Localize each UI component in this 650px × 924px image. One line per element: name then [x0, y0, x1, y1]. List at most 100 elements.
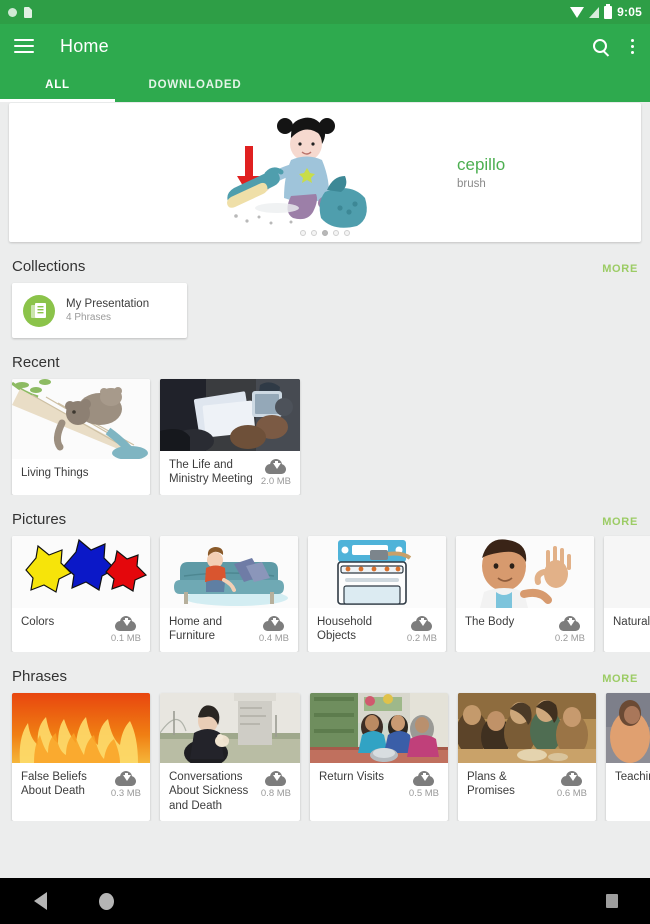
card-body: Teaching — [606, 763, 650, 792]
pictures-row[interactable]: Colors 0.1 MB Home and Furniture 0.4 MB … — [0, 528, 650, 652]
card-thumbnail — [606, 693, 650, 763]
download-control[interactable]: 0.3 MB — [111, 771, 141, 799]
card-home-and-furniture[interactable]: Home and Furniture 0.4 MB — [160, 536, 298, 652]
collection-card-my-presentation[interactable]: My Presentation 4 Phrases — [12, 283, 187, 338]
download-cloud-icon[interactable] — [115, 616, 137, 631]
pager-dot-active[interactable] — [322, 230, 328, 236]
download-cloud-icon[interactable] — [265, 459, 287, 474]
search-icon[interactable] — [593, 39, 607, 53]
hero-translation: brush — [457, 178, 486, 190]
pager-dot[interactable] — [344, 230, 350, 236]
status-bar-left — [8, 6, 32, 18]
pager-dot[interactable] — [311, 230, 317, 236]
card-body: Household Objects 0.2 MB — [308, 608, 446, 652]
card-body: Return Visits 0.5 MB — [310, 763, 448, 807]
section-title: Pictures — [12, 511, 67, 528]
hero-card[interactable]: cepillo brush — [9, 103, 641, 242]
card-living-things[interactable]: Living Things — [12, 379, 150, 495]
pictures-more-link[interactable]: MORE — [602, 516, 638, 528]
pager-dot[interactable] — [300, 230, 306, 236]
card-body: Plans & Promises 0.6 MB — [458, 763, 596, 807]
section-header-collections: Collections MORE — [0, 258, 650, 275]
card-size: 0.4 MB — [258, 633, 289, 644]
status-bar-right: 9:05 — [570, 3, 642, 19]
download-control[interactable]: 0.2 MB — [407, 616, 437, 644]
hero-pager-dots[interactable] — [9, 230, 641, 236]
back-icon[interactable] — [34, 892, 47, 910]
download-control[interactable]: 0.2 MB — [555, 616, 585, 644]
card-title: Living Things — [21, 467, 89, 479]
download-cloud-icon[interactable] — [413, 771, 435, 786]
card-thumbnail — [12, 693, 150, 763]
card-household-objects[interactable]: Household Objects 0.2 MB — [308, 536, 446, 652]
download-cloud-icon[interactable] — [559, 616, 581, 631]
card-title: The Body — [465, 616, 515, 628]
hero-word: cepillo — [457, 155, 506, 174]
pager-dot[interactable] — [333, 230, 339, 236]
status-bar-clock: 9:05 — [617, 5, 642, 19]
card-the-body[interactable]: The Body 0.2 MB — [456, 536, 594, 652]
card-thumbnail — [12, 379, 150, 459]
card-thumbnail — [160, 536, 298, 608]
app-bar: Home — [0, 24, 650, 68]
collection-meta: My Presentation 4 Phrases — [66, 298, 149, 323]
card-conversations-about-sickness-and-death[interactable]: Conversations About Sickness and Death 0… — [160, 693, 300, 822]
collections-more-link[interactable]: MORE — [602, 263, 638, 275]
card-title: Return Visits — [319, 771, 384, 783]
app-screen: 9:05 Home ALL DOWNLOADED cepillo brush C… — [0, 0, 650, 924]
card-title: The Life and Ministry Meeting — [169, 459, 253, 486]
overflow-menu-icon[interactable] — [629, 37, 636, 56]
card-body: Living Things — [12, 459, 150, 493]
card-body: Natural Pro — [604, 608, 650, 637]
download-cloud-icon[interactable] — [561, 771, 583, 786]
download-cloud-icon[interactable] — [265, 771, 287, 786]
download-control[interactable]: 0.6 MB — [557, 771, 587, 799]
section-header-phrases: Phrases MORE — [0, 668, 650, 685]
card-size: 0.2 MB — [406, 633, 437, 644]
card-life-and-ministry-meeting[interactable]: The Life and Ministry Meeting 2.0 MB — [160, 379, 300, 495]
card-false-beliefs-about-death[interactable]: False Beliefs About Death 0.3 MB — [12, 693, 150, 822]
card-body: Conversations About Sickness and Death 0… — [160, 763, 300, 821]
card-title: Plans & Promises — [467, 771, 515, 798]
recents-icon[interactable] — [606, 894, 618, 908]
download-cloud-icon[interactable] — [263, 616, 285, 631]
download-control[interactable]: 0.1 MB — [111, 616, 141, 644]
phrases-row[interactable]: False Beliefs About Death 0.3 MB Convers… — [0, 685, 650, 822]
card-body: Colors 0.1 MB — [12, 608, 150, 652]
sim-card-icon — [24, 6, 32, 18]
download-control[interactable]: 0.4 MB — [259, 616, 289, 644]
app-bar-actions — [593, 37, 636, 56]
tab-all[interactable]: ALL — [0, 68, 115, 102]
card-body: The Life and Ministry Meeting 2.0 MB — [160, 451, 300, 495]
card-return-visits[interactable]: Return Visits 0.5 MB — [310, 693, 448, 822]
card-teaching[interactable]: Teaching — [606, 693, 650, 822]
card-plans-and-promises[interactable]: Plans & Promises 0.6 MB — [458, 693, 596, 822]
download-cloud-icon[interactable] — [411, 616, 433, 631]
phrases-more-link[interactable]: MORE — [602, 673, 638, 685]
card-title: Household Objects — [317, 616, 372, 643]
signal-icon — [589, 6, 600, 18]
recent-row[interactable]: Living Things The Life and Ministry Meet… — [0, 371, 650, 495]
download-control[interactable]: 0.5 MB — [409, 771, 439, 799]
hamburger-menu-icon[interactable] — [14, 39, 34, 53]
tab-downloaded[interactable]: DOWNLOADED — [115, 68, 275, 102]
card-thumbnail — [308, 536, 446, 608]
card-size: 0.3 MB — [110, 788, 141, 799]
download-control[interactable]: 0.8 MB — [261, 771, 291, 799]
collection-count: 4 Phrases — [66, 312, 112, 323]
card-natural-processes[interactable]: Natural Pro — [604, 536, 650, 652]
card-thumbnail — [160, 379, 300, 451]
card-size: 0.1 MB — [110, 633, 141, 644]
card-thumbnail — [458, 693, 596, 763]
card-colors[interactable]: Colors 0.1 MB — [12, 536, 150, 652]
section-title: Phrases — [12, 668, 68, 685]
home-icon[interactable] — [99, 892, 114, 910]
card-body: Home and Furniture 0.4 MB — [160, 608, 298, 652]
card-thumbnail — [12, 536, 150, 608]
content-scroll[interactable]: cepillo brush Collections MORE My Presen… — [0, 102, 650, 878]
download-control[interactable]: 2.0 MB — [261, 459, 291, 487]
card-size: 2.0 MB — [260, 476, 291, 487]
download-cloud-icon[interactable] — [115, 771, 137, 786]
card-title: Conversations About Sickness and Death — [169, 771, 249, 812]
card-size: 0.5 MB — [408, 788, 439, 799]
